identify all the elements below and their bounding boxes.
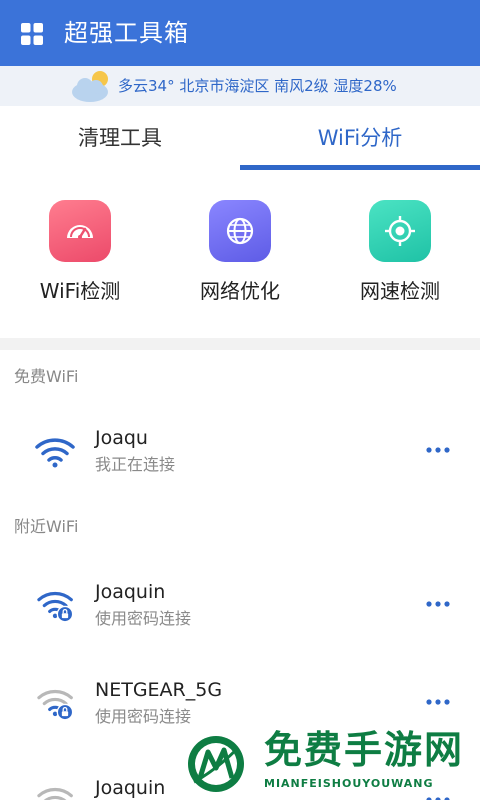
app-header: 超强工具箱 bbox=[0, 0, 480, 66]
wifi-list-item[interactable]: Joaquin 使用密码连接 bbox=[0, 572, 480, 642]
nearby-wifi-heading: 附近WiFi bbox=[14, 517, 79, 536]
wifi-name: Joaquin bbox=[95, 777, 166, 799]
wifi-status: 使用密码连接 bbox=[95, 609, 192, 628]
more-options-icon[interactable] bbox=[424, 594, 452, 614]
wifi-name: Joaqu bbox=[95, 427, 148, 449]
tool-label: WiFi检测 bbox=[39, 279, 121, 303]
wifi-status: 我正在连接 bbox=[95, 455, 176, 474]
tab-bar: 清理工具 WiFi分析 bbox=[0, 106, 480, 170]
tool-label: 网络优化 bbox=[200, 279, 280, 303]
more-options-icon[interactable] bbox=[424, 692, 452, 712]
partly-cloudy-icon bbox=[72, 71, 108, 102]
tab-cleanup-tools[interactable]: 清理工具 bbox=[0, 106, 240, 170]
more-options-icon[interactable] bbox=[424, 440, 452, 460]
wifi-locked-weak-icon bbox=[37, 690, 74, 721]
tool-label: 网速检测 bbox=[360, 279, 440, 303]
section-divider bbox=[0, 338, 480, 350]
globe-icon bbox=[226, 217, 254, 245]
tool-icon-bg bbox=[209, 200, 271, 262]
watermark-subtext: MIANFEISHOUYOUWANG bbox=[264, 777, 434, 790]
tab-wifi-analysis[interactable]: WiFi分析 bbox=[240, 106, 480, 170]
watermark-text: 免费手游网 bbox=[264, 728, 465, 772]
grid-icon[interactable] bbox=[20, 22, 44, 46]
watermark: 免费手游网 MIANFEISHOUYOUWANG bbox=[180, 724, 480, 800]
speed-test-button[interactable]: 网速检测 bbox=[320, 200, 480, 304]
wifi-locked-weak-icon bbox=[37, 788, 73, 800]
weather-text: 多云34° 北京市海淀区 南风2级 湿度28% bbox=[118, 77, 397, 95]
free-wifi-heading: 免费WiFi bbox=[14, 367, 79, 386]
network-optimize-button[interactable]: 网络优化 bbox=[160, 200, 320, 304]
speedometer-icon bbox=[67, 225, 93, 239]
wifi-name: NETGEAR_5G bbox=[95, 679, 223, 701]
watermark-logo-icon bbox=[188, 736, 244, 792]
app-title: 超强工具箱 bbox=[64, 19, 189, 47]
wifi-icon bbox=[35, 438, 75, 468]
tool-icon-bg bbox=[49, 200, 111, 262]
wifi-check-button[interactable]: WiFi检测 bbox=[0, 200, 160, 304]
weather-bar: 多云34° 北京市海淀区 南风2级 湿度28% bbox=[0, 66, 480, 106]
tool-grid: WiFi检测 网络优化 网速检测 bbox=[0, 170, 480, 338]
wifi-locked-icon bbox=[37, 592, 74, 623]
tool-icon-bg bbox=[369, 200, 431, 262]
wifi-list-item[interactable]: Joaqu 我正在连接 bbox=[0, 418, 480, 488]
target-icon bbox=[385, 216, 415, 246]
wifi-name: Joaquin bbox=[95, 581, 166, 603]
wifi-status: 使用密码连接 bbox=[95, 707, 192, 726]
